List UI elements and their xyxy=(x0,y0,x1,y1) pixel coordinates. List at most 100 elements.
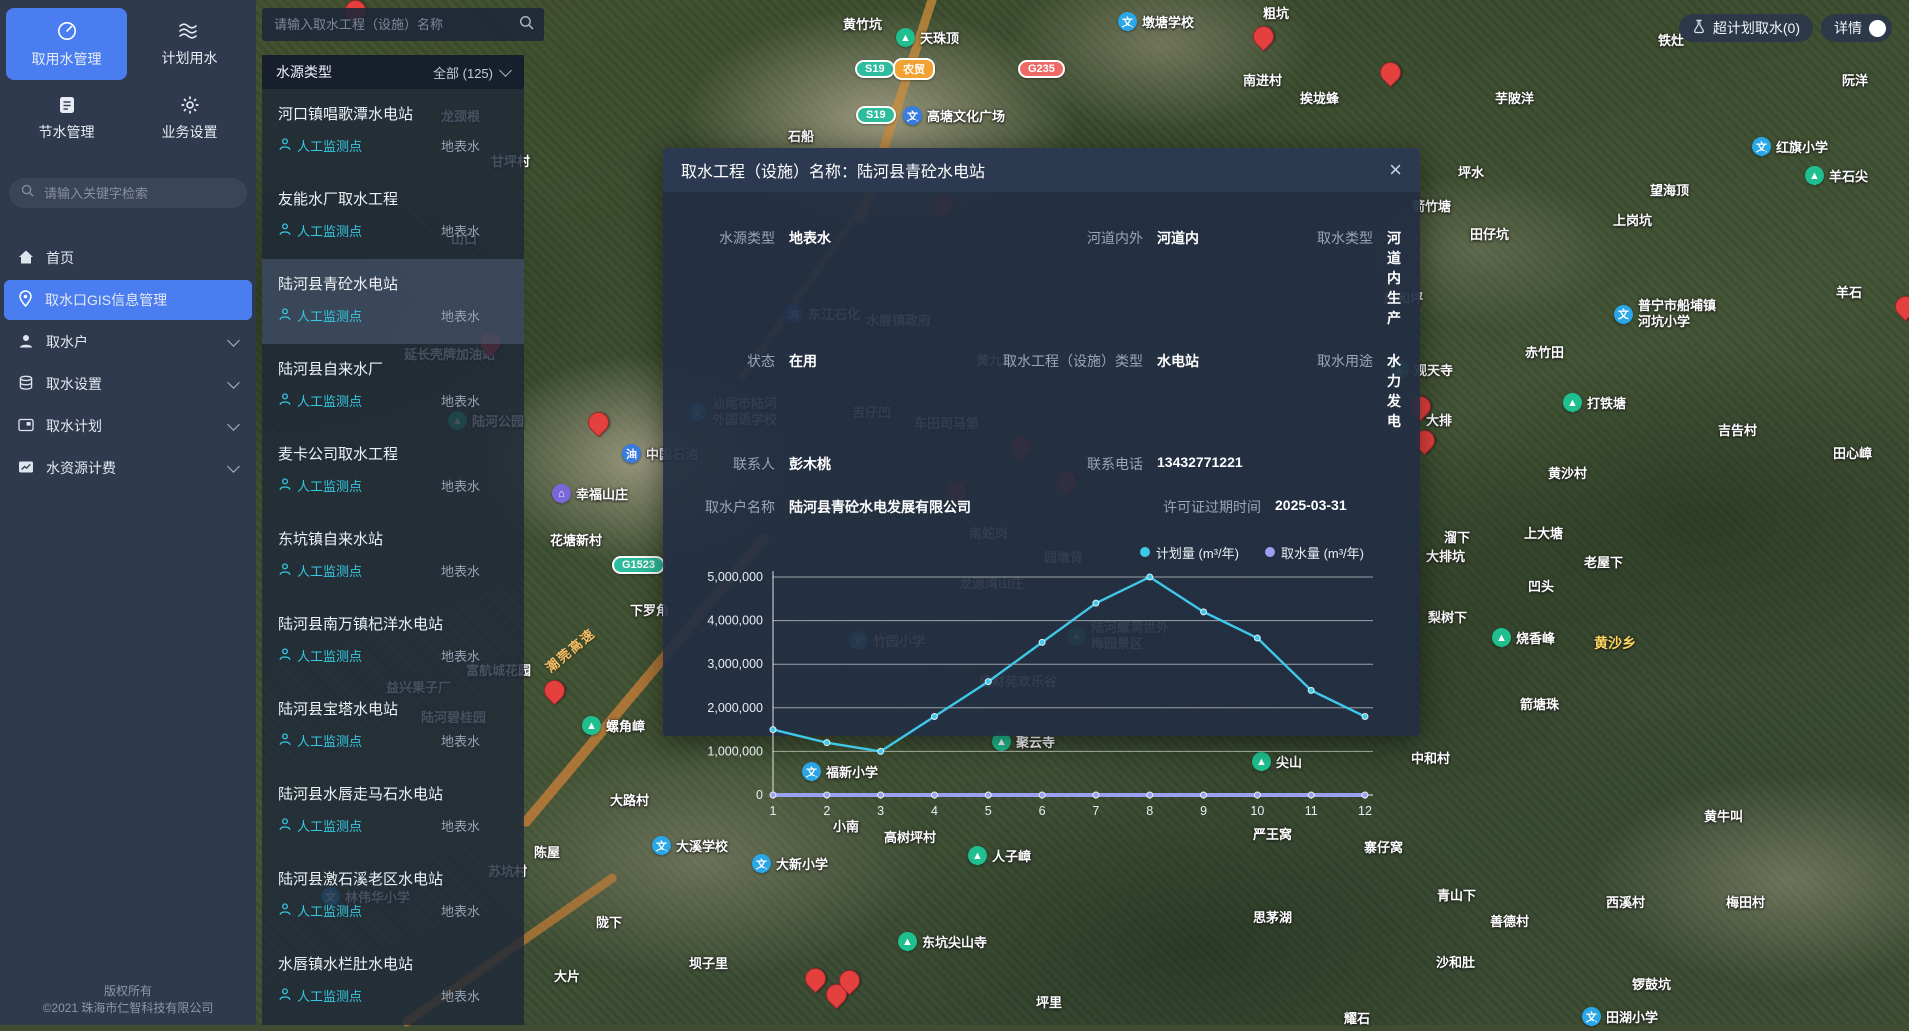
toggle-knob[interactable] xyxy=(1869,20,1886,37)
sidebar-search-input[interactable] xyxy=(42,185,235,202)
sidebar: 取用水管理 计划用水节水管理业务设置 首页取水口GIS信息管理取水户取水设置取水计… xyxy=(0,0,256,1025)
field-value: 陆河县青砼水电发展有限公司 xyxy=(789,497,1157,517)
map-label: 陈屋 xyxy=(534,842,560,861)
station-meta: 人工监测点地表水 xyxy=(278,306,508,325)
station-meta: 人工监测点地表水 xyxy=(278,986,508,1005)
search-icon[interactable] xyxy=(519,15,534,35)
monitor-type: 人工监测点 xyxy=(278,221,362,240)
field-value: 河道内 xyxy=(1157,228,1275,328)
sidebar-item-4[interactable]: 取水设置 xyxy=(4,364,252,404)
station-list-item[interactable]: 水唇镇水栏肚水电站人工监测点地表水 xyxy=(262,939,524,1024)
map-label: 大排坑 xyxy=(1426,546,1465,565)
map-label: ⌂幸福山庄 xyxy=(552,484,628,503)
legend-item: 取水量 (m³/年) xyxy=(1265,543,1364,562)
map-label: ▲螺角嶂 xyxy=(582,716,645,735)
monitor-type: 人工监测点 xyxy=(278,391,362,410)
map-label: 思茅湖 xyxy=(1253,907,1292,926)
station-list-item[interactable]: 麦卡公司取水工程人工监测点地表水 xyxy=(262,429,524,514)
database-icon xyxy=(18,375,34,394)
map-label: 花塘新村 xyxy=(550,530,602,549)
filter-label: 水源类型 xyxy=(276,62,332,82)
station-list-item[interactable]: 河口镇唱歌潭水电站人工监测点地表水 xyxy=(262,89,524,174)
chart-legend: 计划量 (m³/年) 取水量 (m³/年) xyxy=(673,541,1410,563)
map-label: 石船 xyxy=(788,126,814,145)
road-badge: 农贸 xyxy=(893,58,935,80)
module-tile-2[interactable]: 计划用水 xyxy=(129,8,250,80)
meter-icon xyxy=(56,20,78,42)
sidebar-search[interactable] xyxy=(9,178,247,208)
sidebar-item-1[interactable]: 首页 xyxy=(4,238,252,278)
station-name: 东坑镇自来水站 xyxy=(278,528,508,549)
map-label: 黄竹坑 xyxy=(843,14,882,33)
map-pin-icon[interactable] xyxy=(584,408,614,438)
svg-text:1: 1 xyxy=(770,804,777,818)
station-list-item[interactable]: 陆河县水唇走马石水电站人工监测点地表水 xyxy=(262,769,524,854)
sidebar-menu: 首页取水口GIS信息管理取水户取水设置取水计划水资源计费 xyxy=(0,236,256,490)
sidebar-item-6[interactable]: 水资源计费 xyxy=(4,448,252,488)
station-detail-modal: 取水工程（设施）名称：陆河县青砼水电站 × 水源类型地表水河道内外河道内取水类型… xyxy=(663,148,1420,736)
station-list-item[interactable]: 陆河县青砼水电站人工监测点地表水 xyxy=(262,259,524,344)
map-pin-icon[interactable] xyxy=(1891,292,1909,322)
field-label: 许可证过期时间 xyxy=(1157,497,1275,517)
module-label: 业务设置 xyxy=(162,122,218,142)
gear-icon xyxy=(180,95,200,115)
module-label: 取用水管理 xyxy=(32,49,102,69)
svg-text:5,000,000: 5,000,000 xyxy=(707,570,763,584)
svg-text:6: 6 xyxy=(1039,804,1046,818)
map-pin-icon[interactable] xyxy=(540,676,570,706)
svg-text:0: 0 xyxy=(756,788,763,802)
map-label: ▲人子嶂 xyxy=(968,846,1031,865)
monitor-type: 人工监测点 xyxy=(278,476,362,495)
field-label: 河道内外 xyxy=(957,228,1157,328)
person-icon xyxy=(278,732,292,749)
svg-text:7: 7 xyxy=(1092,804,1099,818)
poi-icon: ▲ xyxy=(896,28,915,47)
field-value: 地表水 xyxy=(789,228,957,328)
map-label: 赤竹田 xyxy=(1525,342,1564,361)
poi-icon: ▲ xyxy=(1563,393,1582,412)
station-list-item[interactable]: 东坑镇自来水站人工监测点地表水 xyxy=(262,514,524,599)
close-icon[interactable]: × xyxy=(1389,159,1402,181)
field-value: 彭木桃 xyxy=(789,454,957,474)
over-plan-intake-pill[interactable]: 超计划取水(0) xyxy=(1679,14,1813,42)
station-meta: 人工监测点地表水 xyxy=(278,136,508,155)
map-label: 凹头 xyxy=(1528,576,1554,595)
station-list-item[interactable]: 陆河县宝塔水电站人工监测点地表水 xyxy=(262,684,524,769)
field-value: 水力发电 xyxy=(1387,351,1401,431)
water-source: 地表水 xyxy=(441,901,508,920)
station-list-item[interactable]: 陆河县激石溪老区水电站人工监测点地表水 xyxy=(262,854,524,939)
module-tile-1[interactable]: 取用水管理 xyxy=(6,8,127,80)
sidebar-item-3[interactable]: 取水户 xyxy=(4,322,252,362)
card-icon xyxy=(18,418,34,435)
water-source: 地表水 xyxy=(441,646,508,665)
svg-text:4,000,000: 4,000,000 xyxy=(707,614,763,628)
line-chart: 01,000,0002,000,0003,000,0004,000,0005,0… xyxy=(673,563,1410,835)
map-pin-icon[interactable] xyxy=(1249,22,1279,52)
monitor-type: 人工监测点 xyxy=(278,816,362,835)
station-list-item[interactable]: 陆河县南万镇杞洋水电站人工监测点地表水 xyxy=(262,599,524,684)
station-name: 陆河县青砼水电站 xyxy=(278,273,508,294)
monitor-type: 人工监测点 xyxy=(278,731,362,750)
water-source: 地表水 xyxy=(441,136,508,155)
detail-toggle[interactable]: 详情 xyxy=(1821,14,1892,42)
station-list-item[interactable]: 友能水厂取水工程人工监测点地表水 xyxy=(262,174,524,259)
map-label: 上大塘 xyxy=(1524,523,1563,542)
flask-icon xyxy=(1692,19,1706,37)
map-label: 吉告村 xyxy=(1718,420,1757,439)
station-search[interactable] xyxy=(262,8,544,41)
sidebar-item-2[interactable]: 取水口GIS信息管理 xyxy=(4,280,252,320)
map-label: 芋陂洋 xyxy=(1495,88,1534,107)
filter-dropdown[interactable]: 全部 (125) xyxy=(433,63,510,82)
station-name: 友能水厂取水工程 xyxy=(278,188,508,209)
monitor-type: 人工监测点 xyxy=(278,901,362,920)
station-search-input[interactable] xyxy=(272,16,519,33)
poi-icon: 油 xyxy=(622,444,641,463)
road-badge: S19 xyxy=(856,106,896,124)
station-list-item[interactable]: 陆河县自来水厂人工监测点地表水 xyxy=(262,344,524,429)
document-icon xyxy=(57,95,77,115)
module-tile-3[interactable]: 节水管理 xyxy=(6,82,127,154)
sidebar-item-5[interactable]: 取水计划 xyxy=(4,406,252,446)
module-tile-4[interactable]: 业务设置 xyxy=(129,82,250,154)
map-pin-icon[interactable] xyxy=(1376,58,1406,88)
legend-label: 计划量 (m³/年) xyxy=(1156,543,1239,562)
